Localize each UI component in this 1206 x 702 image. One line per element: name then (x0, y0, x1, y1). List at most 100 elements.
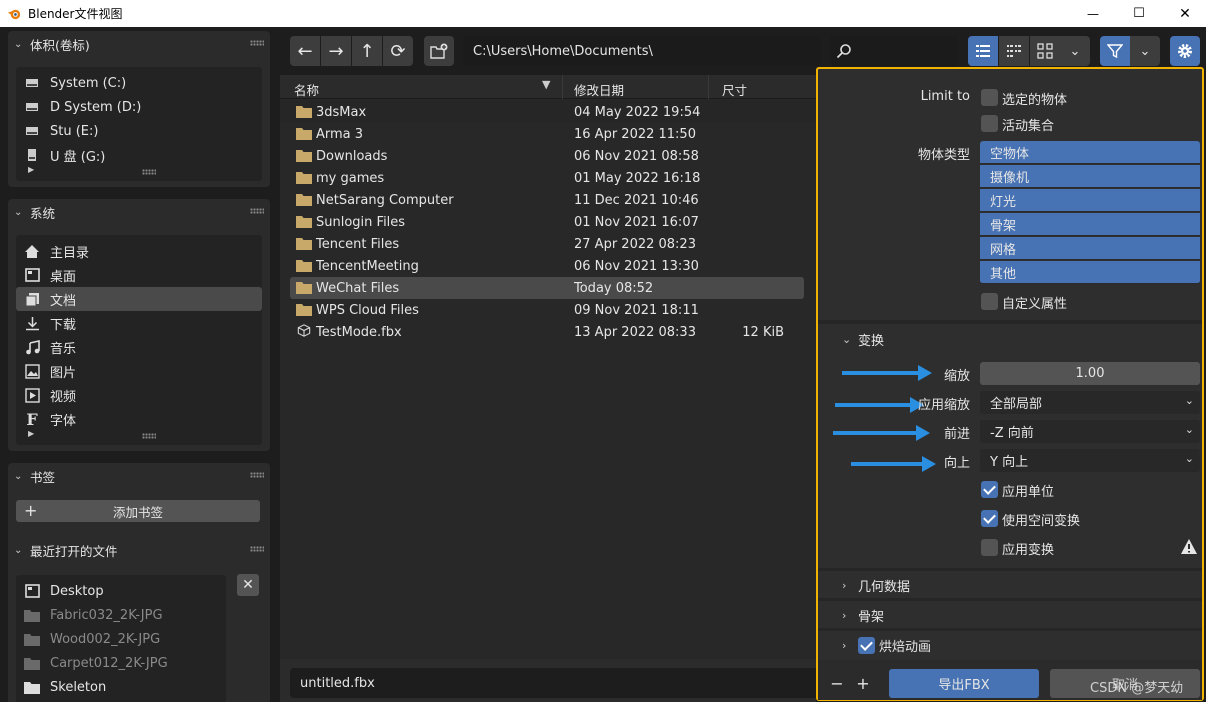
sidebar-item-pictures[interactable]: 图片 (16, 359, 262, 383)
display-vertical-list-button[interactable] (968, 36, 998, 66)
armature-section-header[interactable]: › 骨架 (842, 606, 884, 625)
file-row[interactable]: Downloads 06 Nov 2021 08:58 (290, 145, 806, 167)
scale-label: 缩放 (943, 369, 970, 384)
file-name: 3dsMax (316, 104, 367, 120)
column-size[interactable]: 尺寸 (722, 80, 747, 99)
file-row[interactable]: WPS Cloud Files 09 Nov 2021 18:11 (290, 299, 806, 321)
object-type-other[interactable]: 其他 (980, 261, 1200, 284)
path-input[interactable]: C:\Users\Home\Documents\ (463, 36, 821, 66)
display-thumbnails-button[interactable] (1030, 36, 1060, 66)
horizontal-list-icon (1007, 45, 1021, 57)
expand-list-icon[interactable]: ▶ (28, 165, 34, 174)
clear-recent-button[interactable]: ✕ (237, 574, 259, 596)
active-collection-checkbox[interactable] (981, 115, 998, 132)
object-type-light[interactable]: 灯光 (980, 189, 1200, 212)
use-space-transform-checkbox[interactable] (981, 510, 998, 527)
sidebar-item-music[interactable]: 音乐 (16, 335, 262, 359)
forward-button[interactable]: → (321, 36, 351, 66)
minimize-icon: — (1087, 6, 1099, 21)
object-type-camera[interactable]: 摄像机 (980, 165, 1200, 188)
file-row[interactable]: Tencent Files 27 Apr 2022 08:23 (290, 233, 806, 255)
object-type-armature[interactable]: 骨架 (980, 213, 1200, 236)
sidebar-item-videos[interactable]: 视频 (16, 383, 262, 407)
display-options-dropdown[interactable]: ⌄ (1060, 36, 1090, 66)
column-date[interactable]: 修改日期 (574, 80, 624, 99)
drag-grip-icon[interactable] (250, 208, 264, 214)
object-types-label: 物体类型 (917, 148, 970, 163)
up-axis-dropdown[interactable]: Y 向上 ⌄ (980, 449, 1200, 472)
file-row[interactable]: Arma 3 16 Apr 2022 11:50 (290, 123, 806, 145)
drag-grip-icon[interactable] (250, 40, 264, 46)
system-header[interactable]: ⌄ 系统 (8, 201, 262, 223)
refresh-button[interactable]: ⟳ (383, 36, 413, 66)
resize-grip-icon[interactable] (142, 433, 156, 439)
minimize-button[interactable]: — (1070, 0, 1116, 27)
forward-axis-dropdown[interactable]: -Z 向前 ⌄ (980, 420, 1200, 443)
file-row[interactable]: Sunlogin Files 01 Nov 2021 16:07 (290, 211, 806, 233)
recent-item[interactable]: Fabric032_2K-JPG (16, 603, 226, 627)
sidebar-item-volume-c[interactable]: System (C:) (16, 71, 262, 95)
recent-item[interactable]: Wood002_2K-JPG (16, 627, 226, 651)
bake-animation-checkbox[interactable] (858, 637, 875, 654)
sidebar-item-volume-g[interactable]: U 盘 (G:) (16, 143, 262, 167)
zoom-in-button[interactable]: + (850, 669, 876, 697)
recent-item[interactable]: Carpet012_2K-JPG (16, 651, 226, 675)
selected-objects-checkbox[interactable] (981, 89, 998, 106)
zoom-out-button[interactable]: − (824, 669, 850, 697)
maximize-button[interactable]: ☐ (1116, 0, 1162, 27)
plus-icon: + (24, 501, 38, 520)
drag-grip-icon[interactable] (250, 546, 264, 552)
volumes-header[interactable]: ⌄ 体积(卷标) (8, 33, 262, 55)
sort-descending-icon[interactable]: ▼ (542, 78, 550, 91)
apply-transform-checkbox[interactable] (981, 539, 998, 556)
file-row[interactable]: TencentMeeting 06 Nov 2021 13:30 (290, 255, 806, 277)
sidebar-item-downloads[interactable]: 下载 (16, 311, 262, 335)
settings-toggle-button[interactable] (1170, 36, 1200, 66)
new-folder-button[interactable] (424, 36, 454, 66)
apply-scale-dropdown[interactable]: 全部局部 ⌄ (980, 391, 1200, 414)
search-input[interactable] (830, 36, 958, 66)
bake-animation-section-header[interactable]: › 烘焙动画 (842, 636, 931, 655)
folder-icon (296, 282, 312, 294)
file-row[interactable]: NetSarang Computer 11 Dec 2021 10:46 (290, 189, 806, 211)
expand-list-icon[interactable]: ▶ (28, 429, 34, 438)
folder-icon (296, 106, 312, 118)
add-bookmark-button[interactable]: + 添加书签 (16, 500, 260, 522)
back-button[interactable]: ← (290, 36, 320, 66)
file-row[interactable]: TestMode.fbx 13 Apr 2022 08:33 12 KiB (290, 321, 806, 343)
sidebar-item-home[interactable]: 主目录 (16, 239, 262, 263)
sidebar-item-desktop[interactable]: 桌面 (16, 263, 262, 287)
bookmarks-header[interactable]: ⌄ 书签 (8, 465, 262, 487)
sidebar-item-volume-e[interactable]: Stu (E:) (16, 119, 262, 143)
volumes-header-label: 体积(卷标) (30, 37, 90, 53)
file-row[interactable]: 3dsMax 04 May 2022 19:54 (290, 101, 806, 123)
column-divider[interactable] (708, 75, 709, 99)
filter-options-dropdown[interactable]: ⌄ (1130, 36, 1160, 66)
recent-header[interactable]: ⌄ 最近打开的文件 (8, 539, 262, 561)
recent-item[interactable]: Skeleton (16, 675, 226, 699)
recent-item[interactable]: Desktop (16, 579, 226, 603)
file-row[interactable]: my games 01 May 2022 16:18 (290, 167, 806, 189)
display-horizontal-list-button[interactable] (999, 36, 1029, 66)
filter-toggle-button[interactable] (1100, 36, 1130, 66)
file-row-selected[interactable]: WeChat Files Today 08:52 (290, 277, 804, 299)
drag-grip-icon[interactable] (250, 472, 264, 478)
column-name[interactable]: 名称 (294, 80, 319, 99)
scale-field[interactable]: 1.00 (980, 362, 1200, 385)
object-type-empty[interactable]: 空物体 (980, 141, 1200, 164)
transform-section-header[interactable]: ⌄ 变换 (842, 330, 884, 349)
apply-unit-checkbox[interactable] (981, 481, 998, 498)
object-type-mesh[interactable]: 网格 (980, 237, 1200, 260)
resize-grip-icon[interactable] (142, 169, 156, 175)
export-fbx-button[interactable]: 导出FBX (889, 669, 1039, 698)
sidebar: ⌄ 体积(卷标) System (C:) D System (D:) Stu (E… (0, 27, 280, 702)
custom-properties-checkbox[interactable] (981, 293, 998, 310)
filename-input[interactable]: untitled.fbx (290, 668, 830, 698)
sidebar-item-fonts[interactable]: F 字体 (16, 407, 262, 431)
parent-directory-button[interactable]: ↑ (352, 36, 382, 66)
sidebar-item-documents[interactable]: 文档 (16, 287, 262, 311)
sidebar-item-volume-d[interactable]: D System (D:) (16, 95, 262, 119)
geometry-section-header[interactable]: › 几何数据 (842, 576, 910, 595)
close-window-button[interactable]: ✕ (1162, 0, 1206, 27)
column-divider[interactable] (562, 75, 563, 99)
